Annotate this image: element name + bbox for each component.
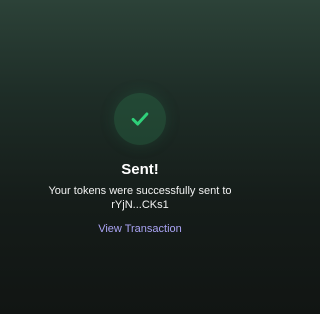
- recipient-address: rYjN...CKs1: [111, 199, 169, 211]
- view-transaction-link[interactable]: View Transaction: [0, 222, 280, 236]
- success-message: Your tokens were successfully sent to rY…: [0, 184, 280, 212]
- checkmark-icon: [131, 112, 149, 126]
- success-title: Sent!: [121, 161, 159, 178]
- success-badge: [114, 93, 166, 145]
- success-message-text: Your tokens were successfully sent to: [48, 185, 232, 197]
- send-success-panel: Sent! Your tokens were successfully sent…: [0, 0, 280, 314]
